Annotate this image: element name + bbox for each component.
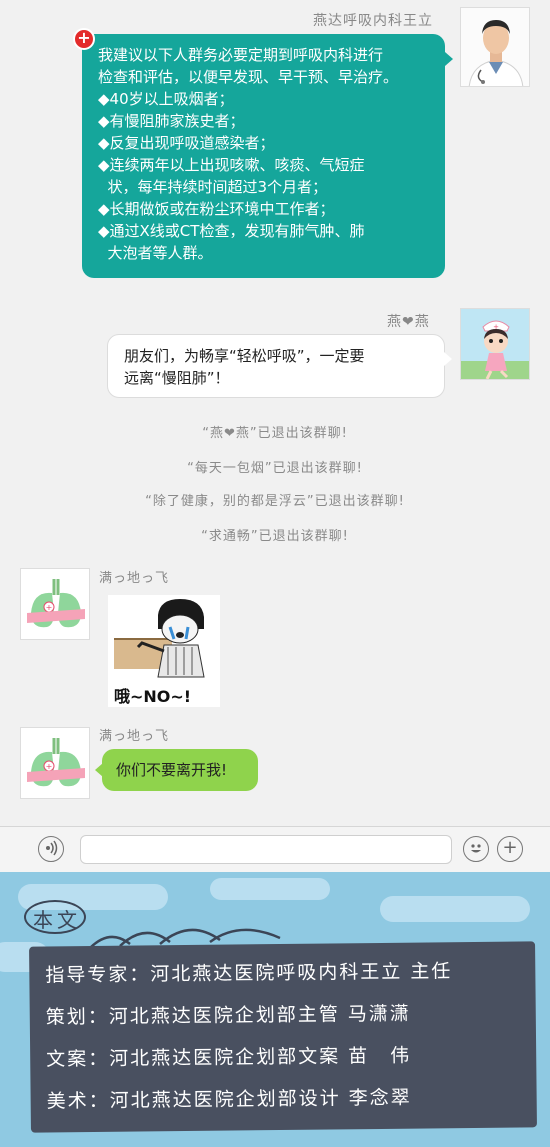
emoji-glyph bbox=[471, 844, 481, 853]
nurse-avatar[interactable]: + bbox=[460, 308, 530, 380]
doctor-portrait bbox=[461, 8, 529, 86]
doctor-line-5: ◆反复出现呼吸道感染者； bbox=[98, 134, 275, 152]
credits-board: 指导专家：河北燕达医院呼吸内科王立 主任 策划：河北燕达医院企划部主管 马潇潇 … bbox=[29, 941, 537, 1133]
add-icon[interactable]: + bbox=[497, 836, 523, 862]
credit-line: 指导专家：河北燕达医院呼吸内科王立 主任 bbox=[45, 960, 453, 987]
sticker-caption: 哦~NO~! bbox=[114, 687, 192, 706]
voice-icon[interactable] bbox=[38, 836, 64, 862]
nurse-line-1: 朋友们，为畅享“轻松呼吸”，一定要 bbox=[124, 347, 365, 365]
sender-name: 满っ地っ飞 bbox=[99, 571, 170, 586]
lung-avatar[interactable]: + bbox=[20, 727, 90, 799]
system-notice: “每天一包烟”已退出该群聊! bbox=[187, 461, 363, 476]
bubble-tail bbox=[445, 52, 453, 66]
chat-input-toolbar: + bbox=[0, 826, 550, 872]
lung-mascot: + bbox=[21, 569, 89, 639]
nurse-cartoon: + bbox=[461, 309, 529, 379]
sender-name: 燕达呼吸内科王立 bbox=[313, 13, 433, 29]
nurse-message-bubble: 朋友们，为畅享“轻松呼吸”，一定要 远离“慢阻肺”！ bbox=[107, 334, 445, 398]
plus-badge-icon: + bbox=[73, 28, 95, 50]
footer-heading: 本文 bbox=[33, 908, 81, 932]
svg-text:+: + bbox=[46, 603, 53, 612]
doctor-avatar[interactable] bbox=[460, 7, 530, 87]
doctor-line-8: ◆长期做饭或在粉尘环境中工作者； bbox=[98, 200, 335, 218]
cloud-decoration bbox=[210, 878, 330, 900]
credits-footer: 本文 指导专家：河北燕达医院呼吸内科王立 主任 策划：河北燕达医院企划部主管 马… bbox=[0, 872, 550, 1147]
bubble-tail bbox=[444, 352, 452, 366]
cloud-decoration bbox=[380, 896, 530, 922]
doctor-line-4: ◆有慢阻肺家族史者； bbox=[98, 112, 245, 130]
system-notice: “燕❤燕”已退出该群聊! bbox=[202, 426, 348, 441]
crying-sticker: 哦~NO~! bbox=[108, 595, 220, 707]
system-notice: “求通畅”已退出该群聊! bbox=[201, 529, 349, 544]
credit-line: 策划：河北燕达医院企划部主管 马潇潇 bbox=[45, 1002, 411, 1029]
sender-name: 燕❤燕 bbox=[387, 314, 430, 330]
system-notice: “除了健康，别的都是浮云”已退出该群聊! bbox=[145, 494, 405, 509]
nurse-line-2: 远离“慢阻肺”！ bbox=[124, 369, 230, 387]
doctor-message-bubble: 我建议以下人群务必要定期到呼吸内科进行 检查和评估，以便早发现、早干预、早治疗。… bbox=[82, 34, 445, 278]
sticker-image bbox=[108, 595, 220, 679]
lung-message-bubble: 你们不要离开我! bbox=[102, 749, 258, 791]
credit-line: 美术：河北燕达医院企划部设计 李念翠 bbox=[46, 1086, 412, 1113]
doctor-line-10: 大泡者等人群。 bbox=[98, 244, 213, 262]
lung-avatar[interactable]: + bbox=[20, 568, 90, 640]
doctor-line-7: 状，每年持续时间超过3个月者； bbox=[98, 178, 328, 196]
doctor-line-3: ◆40岁以上吸烟者； bbox=[98, 90, 234, 108]
lung-mascot: + bbox=[21, 728, 89, 798]
chat-area: 燕达呼吸内科王立 我建议以下人群务必要定期到呼吸内科进行 检查和评估，以便早发现… bbox=[0, 0, 550, 826]
credit-line: 文案：河北燕达医院企划部文案 苗 伟 bbox=[46, 1044, 412, 1071]
doctor-line-9: ◆通过X线或CT检查，发现有肺气肿、肺 bbox=[98, 222, 365, 240]
doctor-line-1: 我建议以下人群务必要定期到呼吸内科进行 bbox=[98, 46, 384, 64]
svg-text:+: + bbox=[46, 762, 53, 771]
emoji-icon[interactable] bbox=[463, 836, 489, 862]
doctor-line-2: 检查和评估，以便早发现、早干预、早治疗。 bbox=[98, 68, 399, 86]
voice-glyph bbox=[46, 840, 58, 856]
message-input[interactable] bbox=[80, 835, 452, 864]
sender-name: 满っ地っ飞 bbox=[99, 729, 170, 744]
doctor-line-6: ◆连续两年以上出现咳嗽、咳痰、气短症 bbox=[98, 156, 365, 174]
